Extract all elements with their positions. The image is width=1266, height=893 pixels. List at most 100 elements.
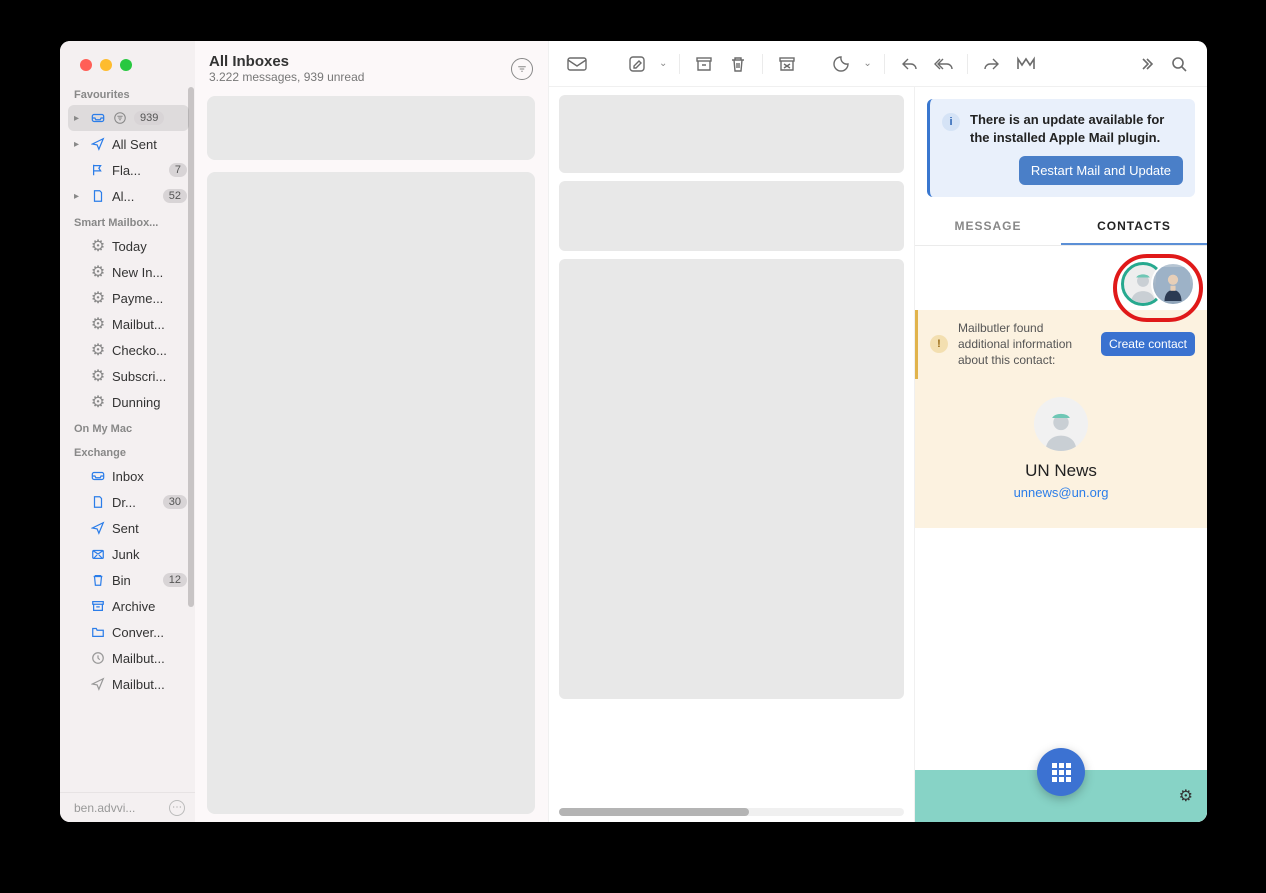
annotation-circle [1113, 254, 1203, 322]
sidebar-item-drafts[interactable]: Dr...30 [60, 489, 195, 515]
sidebar-item-payments[interactable]: ⚙ Payme... [60, 285, 195, 311]
sidebar-item-label: Subscri... [112, 369, 187, 384]
account-label: ben.advvi... [74, 801, 135, 815]
count-badge: 52 [163, 189, 187, 203]
viewer-body: i There is an update available for the i… [549, 87, 1207, 822]
message-preview-placeholder[interactable] [207, 96, 535, 160]
section-smart-mailboxes: Smart Mailbox... [60, 209, 195, 233]
sidebar-item-all-drafts[interactable]: ▸ Al... 52 [60, 183, 195, 209]
sidebar-item-sent[interactable]: Sent [60, 515, 195, 541]
chevron-down-icon[interactable]: ⌄ [657, 58, 669, 69]
sidebar-scroll[interactable]: Favourites ▸ 939 ▸ All Sent Fla... 7 ▸ [60, 81, 195, 792]
sidebar-item-all-inboxes[interactable]: ▸ 939 [68, 105, 189, 131]
restart-update-button[interactable]: Restart Mail and Update [1019, 156, 1183, 185]
filter-button[interactable] [511, 58, 533, 80]
sidebar-item-label: Mailbut... [112, 651, 187, 666]
sidebar-item-label: New In... [112, 265, 187, 280]
sidebar-item-label: Archive [112, 599, 187, 614]
window-controls [60, 41, 195, 81]
sidebar-item-label: Junk [112, 547, 187, 562]
sidebar-item-label: Checko... [112, 343, 187, 358]
junk-button[interactable] [773, 50, 801, 78]
chevron-right-icon: ▸ [74, 113, 84, 124]
sidebar-item-junk[interactable]: Junk [60, 541, 195, 567]
toolbar: ⌄ ⌄ [549, 41, 1207, 87]
more-button[interactable] [1131, 50, 1159, 78]
sidebar-item-flagged[interactable]: Fla... 7 [60, 157, 195, 183]
gear-icon: ⚙ [90, 290, 106, 306]
separator [762, 54, 763, 74]
compose-button[interactable] [623, 50, 651, 78]
sidebar-item-inbox[interactable]: Inbox [60, 463, 195, 489]
sidebar-item-bin[interactable]: Bin12 [60, 567, 195, 593]
create-contact-button[interactable]: Create contact [1101, 332, 1195, 356]
gear-icon: ⚙ [90, 264, 106, 280]
close-window-button[interactable] [80, 59, 92, 71]
count-badge: 12 [163, 573, 187, 587]
tab-message[interactable]: MESSAGE [915, 219, 1061, 245]
sidebar-item-today[interactable]: ⚙ Today [60, 233, 195, 259]
grid-icon [1052, 763, 1071, 782]
section-on-my-mac: On My Mac [60, 415, 195, 439]
clock-icon [90, 650, 106, 666]
paperplane-icon [90, 520, 106, 536]
unread-badge: 939 [134, 111, 164, 125]
archive-icon [90, 598, 106, 614]
maximize-window-button[interactable] [120, 59, 132, 71]
archive-button[interactable] [690, 50, 718, 78]
sidebar-item-label: Today [112, 239, 187, 254]
sidebar-item-checkout[interactable]: ⚙Checko... [60, 337, 195, 363]
message-list-column: All Inboxes 3.222 messages, 939 unread [195, 41, 548, 822]
count-badge: 7 [169, 163, 187, 177]
sidebar-item-mailbutler-sent[interactable]: Mailbut... [60, 671, 195, 697]
junk-icon [90, 546, 106, 562]
account-menu-icon[interactable]: ⋯ [169, 800, 185, 816]
message-body-placeholder [559, 259, 904, 699]
message-list[interactable] [195, 88, 547, 822]
inbox-icon [90, 468, 106, 484]
document-icon [90, 494, 106, 510]
sidebar-item-label: Fla... [112, 163, 163, 178]
update-banner-text: There is an update available for the ins… [970, 111, 1183, 146]
update-banner: i There is an update available for the i… [927, 99, 1195, 197]
forward-button[interactable] [978, 50, 1006, 78]
delete-button[interactable] [724, 50, 752, 78]
sidebar-item-all-sent[interactable]: ▸ All Sent [60, 131, 195, 157]
scrollbar-thumb[interactable] [559, 808, 749, 816]
chevron-down-icon[interactable]: ⌄ [861, 58, 873, 69]
sidebar-item-label: All Sent [112, 137, 187, 152]
sidebar-item-subscriptions[interactable]: ⚙Subscri... [60, 363, 195, 389]
sidebar-item-mailbutler-scheduled[interactable]: Mailbut... [60, 645, 195, 671]
search-button[interactable] [1165, 50, 1193, 78]
sidebar-footer[interactable]: ben.advvi... ⋯ [60, 792, 195, 822]
section-exchange: Exchange [60, 439, 195, 463]
sidebar-item-archive[interactable]: Archive [60, 593, 195, 619]
trash-icon [90, 572, 106, 588]
separator [679, 54, 680, 74]
mailbutler-button[interactable] [1012, 50, 1040, 78]
message-preview-placeholder[interactable] [207, 172, 535, 814]
sidebar-item-conversations[interactable]: Conver... [60, 619, 195, 645]
scrollbar-thumb[interactable] [188, 87, 194, 607]
sidebar-item-new-in[interactable]: ⚙ New In... [60, 259, 195, 285]
reply-button[interactable] [895, 50, 923, 78]
envelope-button[interactable] [563, 50, 591, 78]
sidebar-item-mailbutler[interactable]: ⚙Mailbut... [60, 311, 195, 337]
apps-fab-button[interactable] [1037, 748, 1085, 796]
minimize-window-button[interactable] [100, 59, 112, 71]
message-body-placeholder [559, 181, 904, 251]
snooze-button[interactable] [827, 50, 855, 78]
gear-icon: ⚙ [90, 238, 106, 254]
reply-all-button[interactable] [929, 50, 957, 78]
mailbox-subtitle: 3.222 messages, 939 unread [209, 70, 364, 84]
message-header-placeholder [559, 95, 904, 173]
message-view[interactable] [549, 87, 914, 822]
sidebar-item-dunning[interactable]: ⚙Dunning [60, 389, 195, 415]
contact-email-link[interactable]: unnews@un.org [1014, 485, 1109, 500]
settings-button[interactable]: ⚙ [1179, 786, 1193, 806]
sidebar-item-label: Payme... [112, 291, 187, 306]
sidebar-item-label: Dunning [112, 395, 187, 410]
tab-contacts[interactable]: CONTACTS [1061, 219, 1207, 245]
horizontal-scrollbar[interactable] [559, 808, 904, 816]
sidebar-item-label: Conver... [112, 625, 187, 640]
